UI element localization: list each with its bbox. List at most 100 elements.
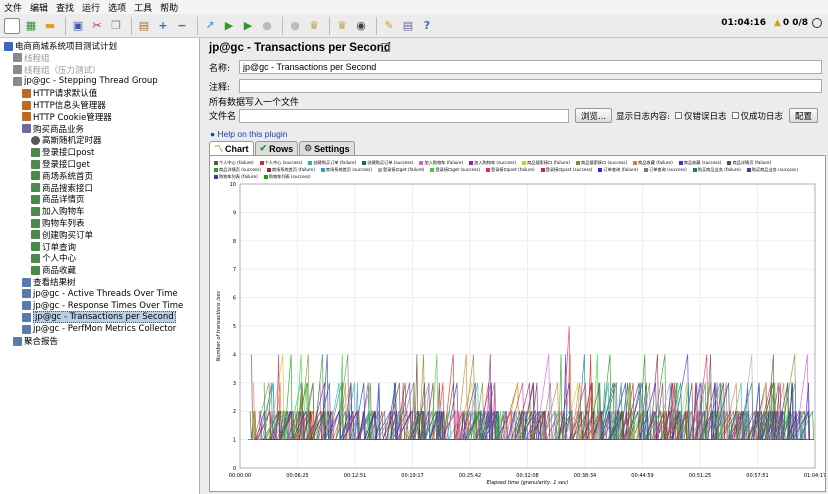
tree-node[interactable]: HTTP Cookie管理器: [22, 111, 112, 123]
menu-item-1[interactable]: 编辑: [30, 1, 48, 14]
success-only-checkbox[interactable]: 仅成功日志: [731, 110, 784, 122]
tree-node[interactable]: 登录接口post: [31, 146, 94, 158]
tree-node-label: 商品详情页: [42, 195, 85, 206]
toggle-icon[interactable]: ↗: [202, 18, 218, 34]
check-icon: ✔: [259, 143, 268, 153]
listener-icon: [22, 312, 31, 322]
x-tick-label: 00:32:08: [516, 473, 538, 479]
y-tick-label: 1: [233, 438, 236, 444]
tree-node[interactable]: 电商商城系统项目测试计划: [4, 40, 117, 52]
tree-node-label: 线程组（压力测试）: [24, 65, 101, 76]
menu-item-4[interactable]: 选项: [108, 1, 126, 14]
tree-node[interactable]: jp@gc - PerfMon Metrics Collector: [22, 323, 176, 335]
tree-node[interactable]: 查看结果树: [22, 276, 76, 288]
new-icon[interactable]: ▯: [4, 17, 20, 34]
clear-icon[interactable]: ♛: [306, 18, 322, 34]
status-area: 01:04:16 ▲ 0 0/8: [721, 18, 822, 28]
tree-node-label: jp@gc - Active Threads Over Time: [33, 288, 178, 299]
tree-node[interactable]: HTTP请求默认值: [22, 87, 97, 99]
paste-icon[interactable]: ▤: [136, 18, 152, 34]
tree-node[interactable]: 商场系统首页: [31, 170, 93, 182]
expand-icon[interactable]: +: [155, 18, 171, 34]
menu-item-3[interactable]: 运行: [82, 1, 100, 14]
tree-node[interactable]: 购物车列表: [31, 217, 85, 229]
test-plan-icon: [4, 41, 13, 51]
configure-button[interactable]: 配置: [789, 108, 819, 123]
sampler-icon: [31, 183, 40, 193]
remote-icon[interactable]: [812, 18, 822, 28]
collapse-icon[interactable]: −: [174, 18, 190, 34]
tab-settings[interactable]: ⚙ Settings: [299, 141, 355, 155]
tree-node-label: 加入购物车: [42, 207, 85, 218]
tree-node-label: HTTP信息头管理器: [33, 101, 106, 111]
toolbar: ▯ ▦ ▬ ▣ ✂ ❐ ▤ + − ↗ ▶ ▶ ● ● ♛ ♛ ◉ ✎ ▤?: [0, 14, 828, 38]
templates-icon[interactable]: ▦: [23, 18, 39, 34]
reset-search-icon[interactable]: ✎: [381, 18, 397, 34]
tree-node[interactable]: 线程组（压力测试）: [13, 64, 101, 76]
menu-item-2[interactable]: 查找: [56, 1, 74, 14]
tree-node[interactable]: HTTP信息头管理器: [22, 99, 106, 111]
comment-field[interactable]: [239, 79, 822, 93]
tab-rows[interactable]: ✔ Rows: [254, 141, 299, 155]
tree-node-label: 商场系统首页: [42, 171, 94, 182]
menu-item-5[interactable]: 工具: [134, 1, 152, 14]
function-helper-icon[interactable]: ▤: [400, 18, 416, 34]
menu-item-6[interactable]: 帮助: [160, 1, 178, 14]
tree-node-label: 订单查询: [42, 242, 77, 253]
errors-only-checkbox[interactable]: 仅错误日志: [674, 110, 727, 122]
tree-node[interactable]: 高斯随机定时器: [31, 134, 102, 146]
sampler-icon: [31, 242, 40, 252]
file-label: 文件名: [209, 112, 237, 122]
listener-icon: [13, 336, 22, 346]
tree-node[interactable]: jp@gc - Stepping Thread Group: [13, 75, 158, 87]
tree-node[interactable]: 个人中心: [31, 252, 76, 264]
tree-node[interactable]: 加入购物车: [31, 205, 85, 217]
tree-node[interactable]: 商品详情页: [31, 193, 85, 205]
cut-icon[interactable]: ✂: [89, 18, 105, 34]
stop-icon[interactable]: ●: [259, 18, 275, 34]
tree-node[interactable]: jp@gc - Transactions per Second: [22, 311, 176, 324]
tree-node-label: 高斯随机定时器: [42, 136, 102, 147]
tree-node[interactable]: 登录接口get: [31, 158, 90, 170]
sampler-icon: [31, 171, 40, 181]
sampler-icon: [31, 230, 40, 240]
x-tick-label: 00:25:42: [459, 473, 481, 479]
start-no-pause-icon[interactable]: ▶: [240, 18, 256, 34]
tree-node[interactable]: jp@gc - Active Threads Over Time: [22, 288, 178, 300]
tree-node[interactable]: jp@gc - Response Times Over Time: [22, 300, 183, 312]
start-icon[interactable]: ▶: [221, 18, 237, 34]
sampler-icon: [31, 159, 40, 169]
clear-all-icon[interactable]: ♛: [334, 18, 350, 34]
tree-node[interactable]: 创建购买订单: [31, 229, 93, 241]
tree-node[interactable]: 线程组: [13, 52, 50, 64]
search-icon[interactable]: ◉: [353, 18, 369, 34]
filename-field[interactable]: [239, 108, 569, 123]
open-icon[interactable]: ▬: [42, 18, 58, 34]
menu-item-0[interactable]: 文件: [4, 1, 22, 14]
tree-node-label: 线程组: [24, 53, 50, 64]
y-tick-label: 6: [233, 296, 236, 302]
tree-node[interactable]: 订单查询: [31, 241, 76, 253]
success-only-label: 仅成功日志: [740, 111, 784, 122]
shutdown-icon[interactable]: ●: [287, 18, 303, 34]
help-icon[interactable]: ?: [419, 18, 435, 34]
browse-button[interactable]: 浏览...: [575, 108, 613, 123]
tree-node[interactable]: 聚合报告: [13, 335, 58, 347]
tree-node[interactable]: 商品收藏: [31, 264, 76, 276]
thread-count: 0/8: [792, 18, 808, 28]
copy-icon[interactable]: ❐: [108, 18, 124, 34]
expand-icon[interactable]: [381, 43, 390, 52]
tree-node-label: 登录接口post: [42, 148, 95, 159]
tab-chart[interactable]: 〽 Chart: [209, 141, 254, 155]
section-title: 所有数据写入一个文件: [209, 98, 300, 108]
save-icon[interactable]: ▣: [70, 18, 86, 34]
help-link[interactable]: ● Help on this plugin: [210, 129, 287, 139]
tree-node[interactable]: 商品搜索接口: [31, 182, 93, 194]
warning-icon[interactable]: ▲: [774, 18, 781, 28]
name-field[interactable]: jp@gc - Transactions per Second: [239, 60, 822, 74]
tps-chart: 0 1 2 3 4 5 6 7 8 9 10 00:00:00 00:06:25 00:12:51 00:1…: [216, 182, 825, 486]
x-tick-label: 00:57:51: [746, 473, 768, 479]
tree-node[interactable]: 购买商品业务: [22, 123, 84, 135]
tree-node-label: 商品收藏: [42, 266, 77, 277]
tree-node-label: 聚合报告: [24, 337, 59, 347]
